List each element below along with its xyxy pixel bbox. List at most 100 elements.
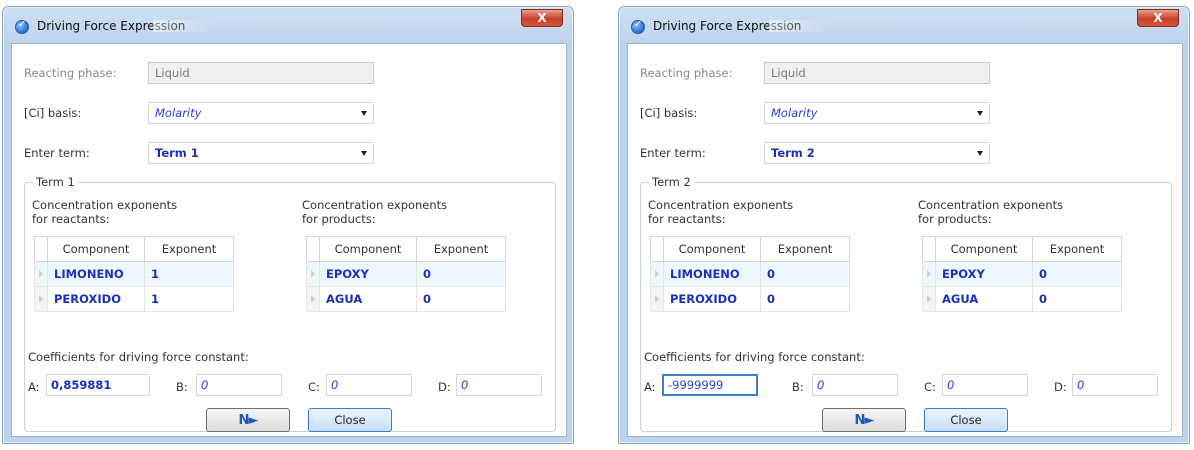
table-row[interactable]: EPOXY 0 bbox=[306, 261, 506, 287]
table-header-row: Component Exponent bbox=[922, 236, 1122, 262]
table-row[interactable]: AGUA 0 bbox=[922, 286, 1122, 312]
component-cell[interactable]: AGUA bbox=[935, 286, 1033, 312]
next-arrow-icon: N► bbox=[854, 413, 875, 428]
column-header-exponent[interactable]: Exponent bbox=[1032, 236, 1122, 262]
coefficients-label: Coefficients for driving force constant: bbox=[644, 350, 865, 364]
row-selector[interactable] bbox=[650, 286, 664, 312]
driving-force-dialog-1: Driving Force Expression X Reacting phas… bbox=[2, 6, 574, 444]
table-row[interactable]: LIMONENO 0 bbox=[650, 261, 850, 287]
column-header-component[interactable]: Component bbox=[663, 236, 761, 262]
products-table: Component Exponent EPOXY 0 AGUA 0 bbox=[306, 236, 506, 312]
row-selector[interactable] bbox=[34, 261, 48, 287]
close-button[interactable]: Close bbox=[924, 408, 1008, 432]
row-header-corner bbox=[34, 236, 48, 262]
reacting-phase-label: Reacting phase: bbox=[640, 66, 733, 80]
products-header: Concentration exponents for products: bbox=[302, 198, 448, 226]
reacting-phase-field: Liquid bbox=[148, 62, 374, 84]
reactants-table: Component Exponent LIMONENO 0 PEROXIDO 0 bbox=[650, 236, 850, 312]
exponent-cell[interactable]: 0 bbox=[760, 261, 850, 287]
column-header-component[interactable]: Component bbox=[319, 236, 417, 262]
coef-a-input[interactable]: 0,859881 bbox=[46, 374, 150, 396]
close-button[interactable]: Close bbox=[308, 408, 392, 432]
component-cell[interactable]: LIMONENO bbox=[663, 261, 761, 287]
window-close-button[interactable]: X bbox=[521, 9, 563, 27]
row-selector[interactable] bbox=[34, 286, 48, 312]
coef-d-label: D: bbox=[1054, 380, 1067, 394]
dialog-body: Reacting phase: Liquid [Ci] basis: Molar… bbox=[627, 43, 1183, 437]
next-button[interactable]: N► bbox=[206, 408, 290, 432]
group-title: Term 2 bbox=[649, 175, 694, 189]
row-selector[interactable] bbox=[922, 286, 936, 312]
chevron-down-icon bbox=[977, 151, 983, 156]
reactants-table: Component Exponent LIMONENO 1 PEROXIDO 1 bbox=[34, 236, 234, 312]
table-row[interactable]: PEROXIDO 1 bbox=[34, 286, 234, 312]
component-cell[interactable]: PEROXIDO bbox=[47, 286, 145, 312]
coef-a-label: A: bbox=[644, 380, 656, 394]
check-circle-icon bbox=[631, 19, 645, 34]
column-header-exponent[interactable]: Exponent bbox=[144, 236, 234, 262]
ci-basis-label: [Ci] basis: bbox=[24, 106, 82, 120]
row-header-corner bbox=[650, 236, 664, 262]
coef-a-input[interactable]: -9999999 bbox=[662, 374, 758, 396]
exponent-cell[interactable]: 0 bbox=[416, 286, 506, 312]
title-decoration bbox=[153, 20, 213, 32]
table-header-row: Component Exponent bbox=[306, 236, 506, 262]
coef-d-label: D: bbox=[438, 380, 451, 394]
coef-b-label: B: bbox=[792, 380, 804, 394]
coef-d-input[interactable]: 0 bbox=[456, 374, 542, 396]
enter-term-select[interactable]: Term 1 bbox=[148, 142, 374, 164]
table-row[interactable]: LIMONENO 1 bbox=[34, 261, 234, 287]
component-cell[interactable]: EPOXY bbox=[319, 261, 417, 287]
coef-c-label: C: bbox=[308, 380, 320, 394]
row-selector[interactable] bbox=[306, 261, 320, 287]
reactants-header: Concentration exponents for reactants: bbox=[648, 198, 794, 226]
enter-term-value: Term 2 bbox=[771, 146, 815, 160]
enter-term-select[interactable]: Term 2 bbox=[764, 142, 990, 164]
ci-basis-select[interactable]: Molarity bbox=[764, 102, 990, 124]
table-row[interactable]: AGUA 0 bbox=[306, 286, 506, 312]
next-button[interactable]: N► bbox=[822, 408, 906, 432]
group-title: Term 1 bbox=[33, 175, 78, 189]
table-row[interactable]: EPOXY 0 bbox=[922, 261, 1122, 287]
coef-c-input[interactable]: 0 bbox=[942, 374, 1028, 396]
coef-d-input[interactable]: 0 bbox=[1072, 374, 1158, 396]
next-arrow-icon: N► bbox=[238, 413, 259, 428]
title-bar[interactable]: Driving Force Expression X bbox=[619, 7, 1189, 43]
ci-basis-select[interactable]: Molarity bbox=[148, 102, 374, 124]
row-selector[interactable] bbox=[650, 261, 664, 287]
dialog-body: Reacting phase: Liquid [Ci] basis: Molar… bbox=[11, 43, 567, 437]
reacting-phase-field: Liquid bbox=[764, 62, 990, 84]
enter-term-label: Enter term: bbox=[24, 146, 90, 160]
component-cell[interactable]: EPOXY bbox=[935, 261, 1033, 287]
exponent-cell[interactable]: 1 bbox=[144, 261, 234, 287]
enter-term-label: Enter term: bbox=[640, 146, 706, 160]
exponent-cell[interactable]: 1 bbox=[144, 286, 234, 312]
ci-basis-value: Molarity bbox=[771, 106, 818, 120]
title-bar[interactable]: Driving Force Expression X bbox=[3, 7, 573, 43]
window-close-button[interactable]: X bbox=[1137, 9, 1179, 27]
exponent-cell[interactable]: 0 bbox=[760, 286, 850, 312]
coef-b-input[interactable]: 0 bbox=[196, 374, 282, 396]
coef-b-input[interactable]: 0 bbox=[812, 374, 898, 396]
coef-c-input[interactable]: 0 bbox=[326, 374, 412, 396]
component-cell[interactable]: AGUA bbox=[319, 286, 417, 312]
exponent-cell[interactable]: 0 bbox=[416, 261, 506, 287]
coef-b-label: B: bbox=[176, 380, 188, 394]
table-row[interactable]: PEROXIDO 0 bbox=[650, 286, 850, 312]
row-selector[interactable] bbox=[306, 286, 320, 312]
column-header-component[interactable]: Component bbox=[935, 236, 1033, 262]
table-header-row: Component Exponent bbox=[34, 236, 234, 262]
component-cell[interactable]: LIMONENO bbox=[47, 261, 145, 287]
column-header-exponent[interactable]: Exponent bbox=[760, 236, 850, 262]
column-header-exponent[interactable]: Exponent bbox=[416, 236, 506, 262]
row-header-corner bbox=[922, 236, 936, 262]
chevron-down-icon bbox=[361, 111, 367, 116]
column-header-component[interactable]: Component bbox=[47, 236, 145, 262]
chevron-down-icon bbox=[361, 151, 367, 156]
row-selector[interactable] bbox=[922, 261, 936, 287]
exponent-cell[interactable]: 0 bbox=[1032, 261, 1122, 287]
coef-a-label: A: bbox=[28, 380, 40, 394]
chevron-down-icon bbox=[977, 111, 983, 116]
component-cell[interactable]: PEROXIDO bbox=[663, 286, 761, 312]
exponent-cell[interactable]: 0 bbox=[1032, 286, 1122, 312]
